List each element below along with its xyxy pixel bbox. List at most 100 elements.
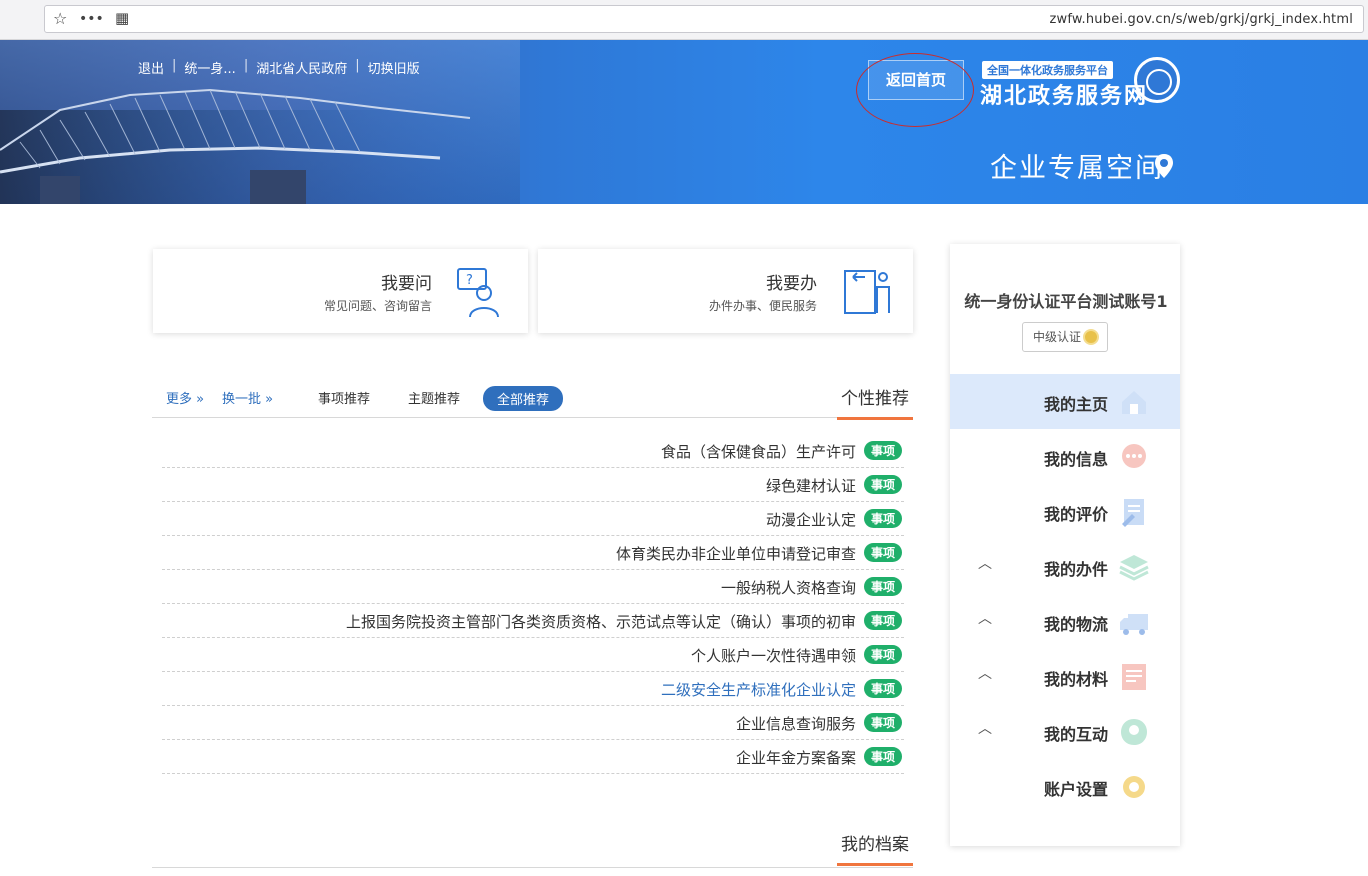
matter-badge: 事项 — [863, 713, 902, 732]
recommend-header: 个性推荐 全部推荐 主题推荐 事项推荐 换一批 » 更多 » — [152, 380, 913, 420]
separator: | — [243, 58, 249, 73]
separator: | — [172, 58, 177, 73]
svg-text:?: ? — [466, 273, 473, 288]
swap-batch-label: 换一批 — [222, 392, 262, 407]
matter-badge: 事项 — [863, 645, 902, 664]
list-item-title[interactable]: 企业年金方案备案 — [736, 747, 856, 768]
card-title: 我要办 — [766, 274, 817, 294]
sidebar-item[interactable]: 我的主页 — [950, 374, 1180, 429]
sidebar-item-label: 我的主页 — [1044, 395, 1109, 414]
card-subtitle: 办件办事、便民服务 — [708, 299, 817, 313]
list-item[interactable]: 事项 动漫企业认定 — [162, 502, 904, 536]
home-icon — [1118, 386, 1150, 418]
ellipsis-icon[interactable]: ••• — [79, 11, 104, 27]
matter-badge: 事项 — [863, 441, 902, 460]
truck-icon — [1118, 606, 1150, 638]
gear-icon — [1118, 771, 1150, 803]
qr-icon[interactable]: ▦ — [115, 9, 129, 27]
user-name: 统一身份认证平台测试账号1 — [964, 292, 1168, 311]
logo-subtitle: 全国一体化政务服务平台 — [982, 61, 1113, 79]
list-item-title[interactable]: 上报国务院投资主管部门各类资质资格、示范试点等认定（确认）事项的初审 — [346, 611, 856, 632]
matter-badge: 事项 — [863, 679, 902, 698]
list-item[interactable]: 事项 个人账户一次性待遇申领 — [162, 638, 904, 672]
sidebar: 统一身份认证平台测试账号1 中级认证 我的主页 我的信息 我的评价 我的办件 ︿ 我的物流… — [950, 244, 1180, 846]
sidebar-item-label: 我的办件 — [1044, 560, 1109, 579]
sidebar-item[interactable]: 我的评价 — [950, 484, 1180, 539]
sidebar-item[interactable]: 我的物流 ︿ — [950, 594, 1180, 649]
chevron-up-icon[interactable]: ︿ — [978, 718, 992, 738]
list-item[interactable]: 事项 上报国务院投资主管部门各类资质资格、示范试点等认定（确认）事项的初审 — [162, 604, 904, 638]
list-item-title[interactable]: 企业信息查询服务 — [736, 713, 856, 734]
list-item[interactable]: 事项 绿色建材认证 — [162, 468, 904, 502]
auth-level-badge[interactable]: 中级认证 — [1022, 322, 1108, 352]
list-item[interactable]: 事项 企业信息查询服务 — [162, 706, 904, 740]
question-person-icon: ? — [457, 268, 499, 318]
list-item[interactable]: 事项 食品（含保健食品）生产许可 — [162, 434, 904, 468]
double-chevron-icon: » — [265, 392, 274, 407]
sidebar-item-label: 我的信息 — [1044, 450, 1109, 469]
chat-icon — [1118, 441, 1150, 473]
sidebar-item[interactable]: 我的办件 ︿ — [950, 539, 1180, 594]
sidebar-item[interactable]: 我的材料 ︿ — [950, 649, 1180, 704]
card-title: 我要问 — [381, 274, 432, 294]
list-item[interactable]: 事项 一般纳税人资格查询 — [162, 570, 904, 604]
tab-all[interactable]: 全部推荐 — [483, 386, 564, 411]
layers-icon — [1118, 551, 1150, 583]
list-item[interactable]: 事项 体育类民办非企业单位申请登记审查 — [162, 536, 904, 570]
card-subtitle: 常见问题、咨询留言 — [323, 299, 432, 313]
matter-badge: 事项 — [863, 543, 902, 562]
more-label: 更多 — [166, 392, 193, 407]
matter-badge: 事项 — [863, 747, 902, 766]
page-title: 企业专属空间 — [990, 153, 1164, 184]
sidebar-item[interactable]: 账户设置 — [950, 759, 1180, 814]
file-icon — [1118, 661, 1150, 693]
sidebar-item-label: 我的材料 — [1044, 670, 1109, 689]
more-link[interactable]: 更多 » — [166, 388, 204, 407]
header-banner: 退出 | 统一身... | 湖北省人民政府 | 切换旧版 返回首页 全国一体化政… — [0, 40, 1368, 204]
list-item-title[interactable]: 体育类民办非企业单位申请登记审查 — [616, 543, 856, 564]
sidebar-item[interactable]: 我的互动 ︿ — [950, 704, 1180, 759]
double-chevron-icon: » — [196, 392, 205, 407]
list-item[interactable]: 事项 企业年金方案备案 — [162, 740, 904, 774]
sidebar-item-label: 我的互动 — [1044, 725, 1109, 744]
archive-header: 我的档案 — [152, 826, 913, 868]
logout-link[interactable]: 退出 — [138, 58, 164, 77]
separator: | — [355, 58, 360, 73]
card-ask[interactable]: ? 我要问 常见问题、咨询留言 — [153, 249, 528, 333]
gov-link[interactable]: 湖北省人民政府 — [256, 58, 347, 77]
star-icon[interactable]: ☆ — [53, 9, 67, 28]
list-item-title[interactable]: 绿色建材认证 — [766, 475, 856, 496]
chevron-up-icon[interactable]: ︿ — [978, 663, 992, 683]
card-handle[interactable]: 我要办 办件办事、便民服务 — [538, 249, 913, 333]
matter-badge: 事项 — [863, 611, 902, 630]
url-text[interactable]: zwfw.hubei.gov.cn/s/web/grkj/grkj_index.… — [1049, 12, 1353, 27]
auth-level-label: 中级认证 — [1033, 330, 1082, 344]
unified-identity-link[interactable]: 统一身... — [184, 58, 235, 77]
address-bar[interactable]: ☆ ••• ▦ zwfw.hubei.gov.cn/s/web/grkj/grk… — [44, 5, 1364, 33]
list-item-title[interactable]: 动漫企业认定 — [766, 509, 856, 530]
browser-toolbar: ☆ ••• ▦ zwfw.hubei.gov.cn/s/web/grkj/grk… — [0, 0, 1368, 40]
sidebar-item-label: 我的物流 — [1044, 615, 1109, 634]
chevron-up-icon[interactable]: ︿ — [978, 553, 992, 573]
medal-icon — [1083, 329, 1099, 345]
chevron-up-icon[interactable]: ︿ — [978, 608, 992, 628]
recommend-list: 事项 食品（含保健食品）生产许可 事项 绿色建材认证 事项 动漫企业认定 事项 体育类民办非企… — [162, 434, 904, 774]
annotation-ellipse — [856, 53, 974, 127]
sidebar-item[interactable]: 我的信息 — [950, 429, 1180, 484]
logo-title[interactable]: 湖北政务服务网 — [980, 78, 1148, 110]
matter-badge: 事项 — [863, 475, 902, 494]
list-item-title[interactable]: 个人账户一次性待遇申领 — [691, 645, 856, 666]
list-item-title[interactable]: 二级安全生产标准化企业认定 — [661, 679, 856, 700]
tab-matter[interactable]: 事项推荐 — [318, 388, 370, 407]
list-item-title[interactable]: 一般纳税人资格查询 — [721, 577, 856, 598]
archive-title: 我的档案 — [837, 830, 913, 866]
list-item-title[interactable]: 食品（含保健食品）生产许可 — [661, 441, 856, 462]
tab-theme[interactable]: 主题推荐 — [408, 388, 460, 407]
old-version-link[interactable]: 切换旧版 — [368, 58, 420, 77]
location-pin-icon — [1155, 154, 1173, 178]
edit-icon — [1118, 496, 1150, 528]
list-item[interactable]: 事项 二级安全生产标准化企业认定 — [162, 672, 904, 706]
matter-badge: 事项 — [863, 509, 902, 528]
interact-icon — [1118, 716, 1150, 748]
swap-batch-link[interactable]: 换一批 » — [222, 388, 273, 407]
